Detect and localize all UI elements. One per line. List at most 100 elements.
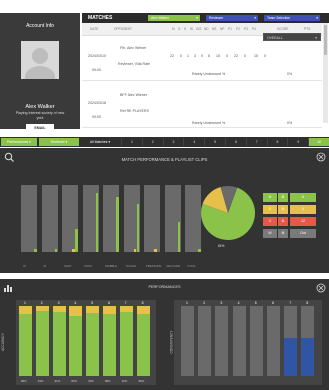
consistency-bar-number: 3 xyxy=(220,301,223,305)
consistency-bar-blue xyxy=(301,337,315,376)
close-icon[interactable] xyxy=(316,283,326,293)
row-stat: 0 xyxy=(244,54,246,58)
row-pct: 0% xyxy=(287,121,293,125)
player-filter[interactable]: Alex Walker ▾ xyxy=(148,15,200,21)
performance-bar-yellow xyxy=(154,249,157,252)
accuracy-axis-label: ACCURACY xyxy=(0,333,5,351)
table-scrollbar[interactable] xyxy=(323,23,328,123)
accuracy-bar-pct: 92% xyxy=(121,379,128,383)
team-filter-label: Team Selection xyxy=(267,16,291,20)
account-club: Playing Interest society of new york xyxy=(15,111,65,120)
reviewer-filter-bar[interactable]: Reviewer ▾ xyxy=(39,138,79,146)
row-player2: Ref RE PLAYERS xyxy=(120,109,149,113)
pie-label: 61% xyxy=(218,244,225,248)
scrollbar-thumb[interactable] xyxy=(324,25,327,55)
consistency-bar-number: 8 xyxy=(306,301,309,305)
avatar xyxy=(21,41,59,79)
match-number-tab[interactable]: 8 xyxy=(266,138,288,146)
reviewer-filter[interactable]: Reviewer ▾ xyxy=(206,15,258,21)
legend-value: 12 xyxy=(290,217,316,226)
filter-bar: Performances ▾ Reviewer ▾ All Matches ▾ … xyxy=(0,137,329,147)
row-stat: 0 xyxy=(201,54,203,58)
performance-bar-green xyxy=(75,228,78,252)
performance-bar-label: PRESSURE xyxy=(146,264,162,268)
table-row[interactable]: 2024/03/18 09:00 BFF Alex Wiener Ref RE … xyxy=(82,83,322,128)
accuracy-bar-number: 2 xyxy=(40,301,43,305)
player-filter-label: Alex Walker xyxy=(151,16,169,20)
match-number-tab[interactable]: 6 xyxy=(225,138,246,146)
accuracy-bar-pct: 88% xyxy=(105,379,111,383)
accuracy-bar-green xyxy=(35,310,49,376)
overall-dropdown-label: OVERALL xyxy=(267,36,283,40)
table-row[interactable]: 2024/03/10 09:00 Fth. Alex Weiner Review… xyxy=(82,36,322,81)
performance-bar-green xyxy=(95,193,98,252)
account-panel: Account Info Alex Walker Playing Interes… xyxy=(0,13,80,132)
row-player1: BFF Alex Wiener xyxy=(120,93,147,97)
performance-bar-green xyxy=(34,248,37,252)
col-ns: NS xyxy=(212,27,217,31)
match-performance-title: MATCH PERFORMANCE & PLAYLIST CLIPS xyxy=(121,157,208,162)
row-time: 09:00 xyxy=(92,115,101,119)
accuracy-bar-pct: 86% xyxy=(71,379,77,383)
consistency-bar xyxy=(267,306,280,376)
consistency-bar-number: 2 xyxy=(203,301,206,305)
matches-panel: MATCHES Alex Walker ▾ Reviewer ▾ Team Sele… xyxy=(82,13,329,129)
accuracy-bar-pct: 88% xyxy=(21,379,27,383)
row-stat: 3 xyxy=(194,54,196,58)
row-stat: 0 xyxy=(264,54,266,58)
row-stat: 8 xyxy=(208,54,210,58)
row-stat: 0 xyxy=(180,54,182,58)
accuracy-bar-green xyxy=(19,314,32,376)
row-stat: 22 xyxy=(170,54,174,58)
col-w: W xyxy=(190,27,194,31)
matches-title: MATCHES xyxy=(88,15,113,21)
performance-bar-green xyxy=(116,197,119,252)
col-score: SCORE xyxy=(277,27,289,31)
performance-bar-green xyxy=(177,221,180,252)
account-name: Alex Walker xyxy=(25,104,55,110)
consistency-bar-blue xyxy=(284,337,298,376)
performance-bar xyxy=(21,185,37,252)
consistency-bar xyxy=(232,306,246,376)
consistency-bar-number: 6 xyxy=(272,301,274,305)
performances-filter-label: Performances xyxy=(7,140,29,144)
match-number-tab[interactable]: 1 xyxy=(121,138,142,146)
match-number-tab[interactable]: 4 xyxy=(183,138,204,146)
performance-bar-label: DRIBBLE xyxy=(105,264,117,268)
accuracy-bar-number: 7 xyxy=(124,301,127,305)
performances-filter[interactable]: Performances ▾ xyxy=(1,138,37,146)
email-button[interactable]: EMAIL xyxy=(26,124,54,132)
col-g: G xyxy=(178,27,181,31)
close-icon[interactable] xyxy=(316,152,326,162)
match-number-tab[interactable]: 2 xyxy=(141,138,163,146)
col-s: S xyxy=(184,27,187,31)
team-filter[interactable]: Team Selection ▾ xyxy=(264,15,320,21)
col-pts: PTS xyxy=(304,27,311,31)
match-number-tab[interactable]: 9 xyxy=(287,138,308,146)
accuracy-bar-green xyxy=(103,314,116,376)
overall-dropdown[interactable]: OVERALL ▾ xyxy=(263,33,321,41)
legend-value: 4 xyxy=(290,205,316,214)
accuracy-bar-green xyxy=(69,315,83,376)
match-number-tab[interactable]: 3 xyxy=(162,138,184,146)
performance-bar-label: TACKLE xyxy=(125,264,137,268)
accuracy-bar-green xyxy=(136,313,150,376)
legend-icon: ⚙ xyxy=(278,229,288,238)
row-stat: 0 xyxy=(226,54,228,58)
accuracy-bar-pct: 89% xyxy=(138,379,145,383)
col-nd: ND xyxy=(204,27,209,31)
row-time: 09:00 xyxy=(92,68,101,72)
col-p4: P4 xyxy=(252,27,256,31)
match-number-tab[interactable]: 7 xyxy=(245,138,267,146)
all-matches-filter[interactable]: All Matches ▾ xyxy=(81,138,119,146)
chevron-down-icon: ▾ xyxy=(254,16,256,20)
col-p2: P2 xyxy=(236,27,240,31)
performance-bar-label: TOTAL xyxy=(187,264,196,268)
match-number-tab[interactable]: 5 xyxy=(204,138,225,146)
account-title: Account Info xyxy=(26,23,54,29)
performance-bar-label: W xyxy=(23,264,26,268)
legend-letter: C xyxy=(263,217,277,226)
consistency-axis-label: CONSISTENCY xyxy=(169,330,174,354)
col-np: NP xyxy=(220,27,225,31)
match-number-tab[interactable]: 10 xyxy=(308,138,329,146)
